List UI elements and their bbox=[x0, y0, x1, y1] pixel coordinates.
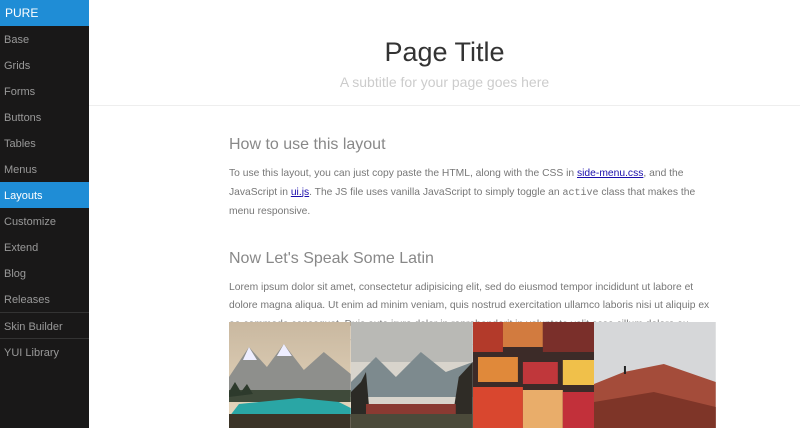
menu-item-extend[interactable]: Extend bbox=[0, 234, 89, 260]
menu-item-skin-builder[interactable]: Skin Builder bbox=[0, 312, 89, 338]
menu-item-blog-link[interactable]: Blog bbox=[0, 260, 89, 286]
menu-item-yui-library[interactable]: YUI Library bbox=[0, 338, 89, 364]
page-subtitle: A subtitle for your page goes here bbox=[339, 74, 550, 90]
ui-js-link[interactable]: ui.js bbox=[291, 187, 309, 198]
menu-item-tables[interactable]: Tables bbox=[0, 130, 89, 156]
menu-item-customize[interactable]: Customize bbox=[0, 208, 89, 234]
menu-item-buttons[interactable]: Buttons bbox=[0, 104, 89, 130]
menu-brand-link[interactable]: PURE bbox=[0, 0, 89, 26]
how-to-use-text-3: . The JS file uses vanilla JavaScript to… bbox=[309, 186, 563, 198]
menu-item-menus[interactable]: Menus bbox=[0, 156, 89, 182]
side-menu-css-link[interactable]: side-menu.css bbox=[577, 168, 643, 179]
how-to-use-text-1: To use this layout, you can just copy pa… bbox=[229, 168, 577, 179]
menu-item-menus-link[interactable]: Menus bbox=[0, 156, 89, 182]
menu-item-releases-link[interactable]: Releases bbox=[0, 286, 89, 312]
menu-item-buttons-link[interactable]: Buttons bbox=[0, 104, 89, 130]
photo-mountain-lake bbox=[229, 322, 351, 428]
section-heading-latin: Now Let's Speak Some Latin bbox=[229, 249, 434, 267]
photo-strip bbox=[229, 322, 716, 428]
menu-item-yui-library-link[interactable]: YUI Library bbox=[0, 339, 89, 364]
section-heading-how-to-use: How to use this layout bbox=[229, 136, 386, 153]
photo-market-stall bbox=[472, 322, 595, 428]
menu-item-grids-link[interactable]: Grids bbox=[0, 52, 89, 78]
page-header: Page Title A subtitle for your page goes… bbox=[89, 0, 800, 106]
menu-item-blog[interactable]: Blog bbox=[0, 260, 89, 286]
menu-item-forms[interactable]: Forms bbox=[0, 78, 89, 104]
active-code: active bbox=[562, 187, 599, 199]
menu-item-grids[interactable]: Grids bbox=[0, 52, 89, 78]
menu-item-skin-builder-link[interactable]: Skin Builder bbox=[0, 313, 89, 338]
photo-red-hill bbox=[594, 322, 716, 428]
photo-mountain-valley bbox=[350, 322, 473, 428]
page-title: Page Title bbox=[384, 37, 505, 67]
menu-item-base-link[interactable]: Base bbox=[0, 26, 89, 52]
menu-item-customize-link[interactable]: Customize bbox=[0, 208, 89, 234]
menu-item-tables-link[interactable]: Tables bbox=[0, 130, 89, 156]
main-area: Page Title A subtitle for your page goes… bbox=[89, 0, 800, 428]
menu-list: Base Grids Forms Buttons Tables Menus La… bbox=[0, 26, 89, 364]
menu-item-layouts[interactable]: Layouts bbox=[0, 182, 89, 208]
how-to-use-paragraph: To use this layout, you can just copy pa… bbox=[229, 165, 716, 222]
menu-item-forms-link[interactable]: Forms bbox=[0, 78, 89, 104]
menu-item-releases[interactable]: Releases bbox=[0, 286, 89, 312]
menu-item-base[interactable]: Base bbox=[0, 26, 89, 52]
menu-item-extend-link[interactable]: Extend bbox=[0, 234, 89, 260]
side-menu: PURE Base Grids Forms Buttons Tables Men… bbox=[0, 0, 89, 428]
menu-item-layouts-link[interactable]: Layouts bbox=[0, 182, 89, 208]
